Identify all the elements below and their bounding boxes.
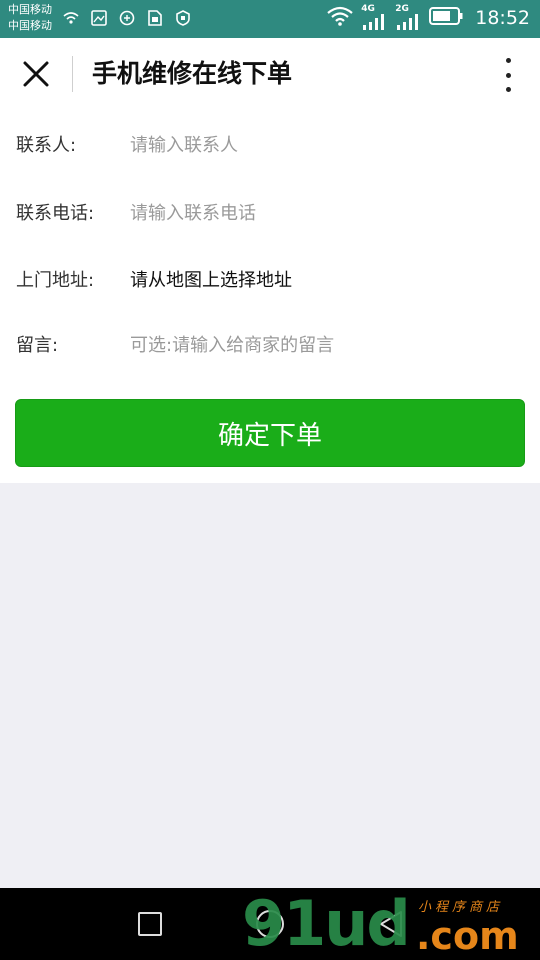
order-form: 联系人: 联系电话: 上门地址: 请从地图上选择地址 留言: 确定下单 bbox=[0, 110, 540, 483]
contact-name-label: 联系人: bbox=[16, 135, 77, 156]
close-button[interactable] bbox=[20, 58, 52, 90]
header-divider bbox=[72, 56, 73, 92]
contact-phone-label: 联系电话: bbox=[16, 203, 95, 224]
image-icon bbox=[90, 9, 108, 27]
status-bar: 中国移动 中国移动 4G 2G 18:52 bbox=[0, 0, 540, 38]
address-picker[interactable]: 请从地图上选择地址 bbox=[130, 251, 510, 311]
recents-button[interactable] bbox=[138, 912, 162, 936]
vpn-icon bbox=[118, 9, 136, 27]
message-input[interactable] bbox=[130, 316, 510, 376]
watermark: 91ud 小程序商店 .com bbox=[240, 888, 540, 960]
wifi-calling-icon bbox=[62, 9, 80, 27]
submit-order-button[interactable]: 确定下单 bbox=[15, 399, 525, 467]
network-1-label: 4G bbox=[361, 4, 375, 14]
address-label: 上门地址: bbox=[16, 270, 95, 291]
carrier-2: 中国移动 bbox=[8, 19, 52, 32]
more-dot bbox=[505, 72, 511, 78]
network-2-label: 2G bbox=[395, 4, 409, 14]
clock: 18:52 bbox=[475, 7, 530, 29]
contact-name-input[interactable] bbox=[130, 116, 510, 176]
contact-name-row: 联系人: bbox=[0, 116, 540, 176]
watermark-subtitle: 小程序商店 bbox=[418, 900, 504, 915]
sim-icon bbox=[146, 9, 164, 27]
carrier-1: 中国移动 bbox=[8, 3, 52, 16]
contact-phone-input[interactable] bbox=[130, 184, 510, 244]
signal-icon bbox=[397, 14, 419, 30]
status-icons-right: 4G 2G 18:52 bbox=[327, 4, 530, 30]
more-dot bbox=[505, 87, 511, 92]
watermark-domain: .com bbox=[416, 914, 519, 958]
wifi-icon bbox=[327, 6, 353, 30]
network-2-signal: 2G bbox=[395, 4, 421, 30]
carrier-info: 中国移动 中国移动 bbox=[8, 2, 52, 34]
shield-icon bbox=[174, 9, 192, 27]
page-title: 手机维修在线下单 bbox=[92, 59, 293, 88]
network-1-signal: 4G bbox=[361, 4, 387, 30]
address-row: 上门地址: 请从地图上选择地址 bbox=[0, 251, 540, 311]
watermark-logo: 91ud bbox=[242, 887, 411, 960]
battery-icon bbox=[429, 7, 463, 29]
message-label: 留言: bbox=[16, 335, 59, 356]
status-icons-left bbox=[62, 9, 192, 27]
more-vertical-icon bbox=[505, 58, 511, 63]
message-row: 留言: bbox=[0, 316, 540, 376]
app-header: 手机维修在线下单 bbox=[0, 38, 540, 110]
close-icon bbox=[23, 61, 49, 87]
contact-phone-row: 联系电话: bbox=[0, 184, 540, 244]
signal-icon bbox=[363, 14, 385, 30]
more-options-button[interactable] bbox=[498, 58, 518, 92]
